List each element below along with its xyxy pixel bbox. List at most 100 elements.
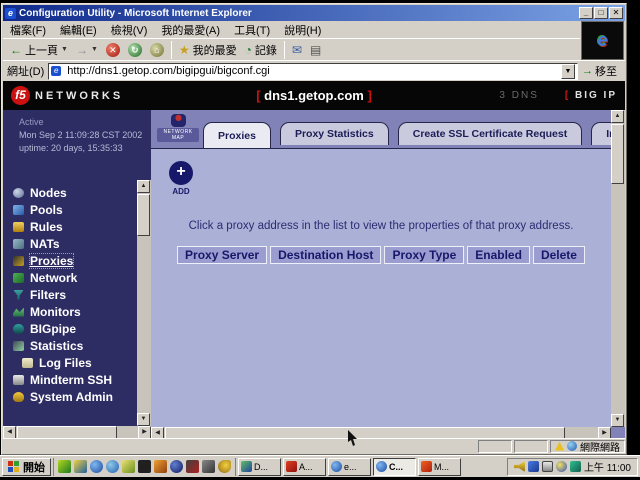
menu-file[interactable]: 檔案(F) xyxy=(3,21,53,39)
quick-launch-icon[interactable] xyxy=(74,460,87,473)
task-button-4[interactable]: C... xyxy=(373,458,416,476)
nav-bigip-link[interactable]: [ BIG IP xyxy=(565,90,617,101)
sidebar-item-statistics[interactable]: Statistics xyxy=(13,337,113,354)
col-proxy-type[interactable]: Proxy Type xyxy=(384,246,464,264)
scroll-up-icon[interactable]: ▲ xyxy=(137,180,150,193)
quick-launch-icon[interactable] xyxy=(170,460,183,473)
favorites-button[interactable]: ★ 我的最愛 xyxy=(175,41,241,59)
quick-launch-icon[interactable] xyxy=(154,460,167,473)
sidebar-item-mindterm-ssh[interactable]: Mindterm SSH xyxy=(13,371,113,388)
network-map-button[interactable]: NETWORK MAP xyxy=(157,114,199,142)
address-input[interactable] xyxy=(67,65,558,78)
nav-3dns-link[interactable]: 3 DNS xyxy=(499,90,538,101)
scroll-thumb[interactable] xyxy=(137,194,150,236)
task-icon xyxy=(286,461,297,472)
tray-icon[interactable] xyxy=(570,461,581,472)
go-label: 移至 xyxy=(595,63,617,79)
f5-banner: f5 NETWORKS [ dns1.getop.com ] 3 DNS [ B… xyxy=(3,81,625,110)
quick-launch-icon[interactable] xyxy=(106,460,119,473)
tab-proxies[interactable]: Proxies xyxy=(203,122,271,148)
quick-launch-icon[interactable] xyxy=(186,460,199,473)
sidebar-item-bigpipe[interactable]: BIGpipe xyxy=(13,320,113,337)
print-button[interactable]: ▤ xyxy=(306,42,325,58)
forward-button[interactable]: → ▼ xyxy=(72,42,102,58)
sidebar-item-label: NATs xyxy=(30,237,60,251)
menu-edit[interactable]: 編輯(E) xyxy=(53,21,104,39)
task-button-1[interactable]: D... xyxy=(238,458,281,476)
task-button-3[interactable]: e... xyxy=(328,458,371,476)
task-button-5[interactable]: M... xyxy=(418,458,461,476)
sidebar-item-log-files[interactable]: Log Files xyxy=(13,354,113,371)
rules-icon xyxy=(13,222,24,232)
task-icon xyxy=(331,461,342,472)
address-dropdown-icon[interactable]: ▼ xyxy=(561,64,575,79)
add-button[interactable]: + ADD xyxy=(169,161,193,196)
sidebar-status-block: Active Mon Sep 2 11:09:28 CST 2002 uptim… xyxy=(3,110,151,155)
back-dropdown-icon[interactable]: ▼ xyxy=(61,46,68,53)
sidebar-item-pools[interactable]: Pools xyxy=(13,201,113,218)
tab-proxy-statistics[interactable]: Proxy Statistics xyxy=(280,122,389,145)
task-label: M... xyxy=(434,462,449,472)
sidebar-item-filters[interactable]: Filters xyxy=(13,286,113,303)
tray-icon[interactable] xyxy=(556,461,567,472)
minimize-button[interactable]: _ xyxy=(579,7,593,19)
tab-create-ssl-certificate-request[interactable]: Create SSL Certificate Request xyxy=(398,122,582,145)
sidebar-item-nats[interactable]: NATs xyxy=(13,235,113,252)
menu-view[interactable]: 檢視(V) xyxy=(104,21,155,39)
sidebar-item-nodes[interactable]: Nodes xyxy=(13,184,113,201)
stop-button[interactable]: ✕ xyxy=(102,42,124,58)
nodes-icon xyxy=(13,188,24,198)
home-button[interactable]: ⌂ xyxy=(146,42,168,58)
browser-toolbar: ← 上一頁 ▼ → ▼ ✕ ↻ ⌂ ★ 我的最愛 ◔ xyxy=(3,38,580,60)
close-button[interactable]: ✕ xyxy=(609,7,623,19)
start-button[interactable]: 開始 xyxy=(2,458,51,476)
sidebar-item-monitors[interactable]: Monitors xyxy=(13,303,113,320)
system-tray: 上午 11:00 xyxy=(507,458,638,476)
history-button[interactable]: ◔ 記錄 xyxy=(241,41,281,59)
display-icon[interactable] xyxy=(542,461,553,472)
status-pane xyxy=(478,440,512,453)
sidebar-vertical-scrollbar[interactable]: ▲ ▼ xyxy=(137,180,151,426)
page-icon: e xyxy=(51,66,61,76)
scroll-up-icon[interactable]: ▲ xyxy=(611,110,624,123)
menu-favorites[interactable]: 我的最愛(A) xyxy=(154,21,227,39)
col-enabled[interactable]: Enabled xyxy=(467,246,530,264)
maximize-button[interactable]: □ xyxy=(594,7,608,19)
back-button[interactable]: ← 上一頁 ▼ xyxy=(6,41,72,59)
sidebar-item-proxies[interactable]: Proxies xyxy=(13,252,113,269)
nats-icon xyxy=(13,239,24,249)
scroll-down-icon[interactable]: ▼ xyxy=(137,413,150,426)
sidebar-item-network[interactable]: Network xyxy=(13,269,113,286)
forward-dropdown-icon[interactable]: ▼ xyxy=(91,46,98,53)
address-field[interactable]: e ▼ xyxy=(48,63,578,80)
col-proxy-server[interactable]: Proxy Server xyxy=(177,246,267,264)
quick-launch-icon[interactable] xyxy=(122,460,135,473)
quick-launch-icon[interactable] xyxy=(202,460,215,473)
clock[interactable]: 上午 11:00 xyxy=(584,459,631,474)
log-files-icon xyxy=(22,358,33,368)
quick-launch-icon[interactable] xyxy=(58,460,71,473)
refresh-button[interactable]: ↻ xyxy=(124,42,146,58)
col-destination-host[interactable]: Destination Host xyxy=(270,246,381,264)
quick-launch-icon[interactable] xyxy=(138,460,151,473)
col-delete[interactable]: Delete xyxy=(533,246,585,264)
content-body: + ADD Click a proxy address in the list … xyxy=(151,148,611,427)
tray-icon[interactable] xyxy=(528,461,539,472)
security-zone-pane: 網際網路 xyxy=(550,440,625,453)
quick-launch-icon[interactable] xyxy=(90,460,103,473)
mail-button[interactable]: ✉ xyxy=(288,42,306,58)
task-button-2[interactable]: A... xyxy=(283,458,326,476)
sidebar-item-rules[interactable]: Rules xyxy=(13,218,113,235)
scroll-down-icon[interactable]: ▼ xyxy=(611,414,624,427)
tab-install-ssl-certificate[interactable]: Install SSL Certific xyxy=(591,122,611,145)
title-bar[interactable]: e Configuration Utility - Microsoft Inte… xyxy=(3,5,625,21)
menu-tools[interactable]: 工具(T) xyxy=(227,21,277,39)
scroll-thumb[interactable] xyxy=(611,124,624,184)
quick-launch-icon[interactable] xyxy=(218,460,231,473)
page-vertical-scrollbar[interactable]: ▲ ▼ xyxy=(611,110,625,427)
sidebar-item-system-admin[interactable]: System Admin xyxy=(13,388,113,405)
go-button[interactable]: → 移至 xyxy=(582,63,621,79)
add-icon[interactable]: + xyxy=(169,161,193,185)
volume-icon[interactable] xyxy=(514,461,525,472)
menu-help[interactable]: 說明(H) xyxy=(277,21,328,39)
